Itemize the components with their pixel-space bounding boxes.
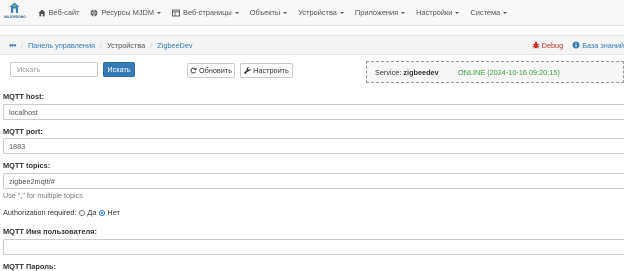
service-status-panel: Service: zigbeedev ONLINE (2024-10-16 09… <box>366 61 624 83</box>
breadcrumb-separator: / <box>99 40 103 50</box>
nav-applications[interactable]: Приложения <box>349 0 410 25</box>
auth-no-radio[interactable] <box>99 209 106 216</box>
breadcrumb-control-panel[interactable]: Панель управления <box>28 41 95 50</box>
breadcrumb-devices: Устройства <box>107 40 146 50</box>
chevron-down-icon <box>157 12 162 14</box>
chevron-down-icon <box>401 12 406 14</box>
refresh-button[interactable]: Обновить <box>187 63 235 78</box>
house-logo-icon <box>9 2 20 14</box>
info-icon <box>572 41 580 49</box>
debug-link[interactable]: Debug <box>532 40 564 50</box>
nav-applications-label: Приложения <box>354 8 399 17</box>
mqtt-username-label: MQTT Имя пользователя: <box>3 227 97 236</box>
mqtt-host-label: MQTT host: <box>3 92 45 101</box>
mqtt-topics-label: MQTT topics: <box>3 161 51 170</box>
nav-devices-label: Устройства <box>298 8 337 17</box>
breadcrumb-actions: Debug База знаний <box>532 36 624 54</box>
search-input[interactable] <box>10 62 98 77</box>
breadcrumb-separator: / <box>20 40 23 50</box>
chevron-down-icon <box>283 12 288 14</box>
nav-devices[interactable]: Устройства <box>293 0 350 25</box>
auth-yes-label[interactable]: Да <box>87 208 96 217</box>
nav-mjdm-resources-label: Ресурсы MJDM <box>101 8 155 17</box>
main-menu: Веб-сайт Ресурсы MJDM Веб-страницы Объек… <box>32 0 513 25</box>
nav-settings[interactable]: Настройки <box>411 0 465 25</box>
menu-toggle-icon[interactable]: ••• <box>9 41 16 50</box>
configure-button[interactable]: Настроить <box>240 63 293 78</box>
knowledge-base-link[interactable]: База знаний <box>572 41 624 50</box>
mqtt-topics-field[interactable]: zigbee2mqtt/# <box>3 173 624 189</box>
auth-label: Authorization required: <box>3 208 77 217</box>
breadcrumb-separator: / <box>150 40 153 50</box>
auth-no-label[interactable]: Нет <box>107 208 119 217</box>
nav-mjdm-resources[interactable]: Ресурсы MJDM <box>85 0 167 25</box>
service-label-text: Service: <box>375 68 402 77</box>
breadcrumb: ••• / Панель управления / Устройства / Z… <box>0 35 624 55</box>
nav-objects[interactable]: Объекты <box>244 0 292 25</box>
refresh-label: Обновить <box>198 66 233 75</box>
chevron-down-icon <box>234 12 239 14</box>
mqtt-host-field[interactable]: localhost <box>3 104 624 120</box>
search-button[interactable]: Искать <box>103 62 135 77</box>
home-icon <box>37 9 46 17</box>
topics-help-text: Use "," for multiple topics <box>3 191 83 200</box>
nav-system-label: Система <box>470 8 501 17</box>
refresh-icon <box>190 67 197 74</box>
knowledge-base-label: База знаний <box>582 40 624 50</box>
service-name: zigbeedev <box>403 68 439 77</box>
service-status: ONLINE (2024-10-16 09:20:15) <box>458 68 560 77</box>
chevron-down-icon <box>455 12 460 14</box>
majordomo-logo[interactable]: MAJORDOMO <box>4 2 26 23</box>
auth-yes-radio[interactable] <box>79 209 86 216</box>
nav-web-pages[interactable]: Веб-страницы <box>167 0 245 25</box>
chevron-down-icon <box>339 12 344 14</box>
chevron-down-icon <box>503 12 508 14</box>
mqtt-port-field[interactable]: 1883 <box>3 138 624 154</box>
nav-web-pages-label: Веб-страницы <box>183 8 232 17</box>
nav-system[interactable]: Система <box>465 0 513 25</box>
nav-website[interactable]: Веб-сайт <box>32 0 85 25</box>
mqtt-port-label: MQTT port: <box>3 127 43 136</box>
nav-objects-label: Объекты <box>249 8 281 17</box>
bug-icon <box>532 41 540 49</box>
debug-label: Debug <box>541 40 564 50</box>
mqtt-username-field[interactable] <box>3 239 624 255</box>
wrench-icon <box>244 67 251 74</box>
pages-icon <box>172 9 180 17</box>
nav-website-label: Веб-сайт <box>48 8 80 17</box>
logo-text: MAJORDOMO <box>4 15 26 19</box>
nav-settings-label: Настройки <box>416 8 453 17</box>
configure-label: Настроить <box>253 66 289 75</box>
globe-icon <box>90 9 98 17</box>
top-navbar: MAJORDOMO Веб-сайт Ресурсы MJDM Веб-стра… <box>0 0 624 26</box>
authorization-required: Authorization required: Да Нет <box>3 208 120 217</box>
breadcrumb-zigbeedev[interactable]: ZigbeeDev <box>157 41 192 50</box>
service-label: Service: zigbeedev <box>375 68 439 77</box>
